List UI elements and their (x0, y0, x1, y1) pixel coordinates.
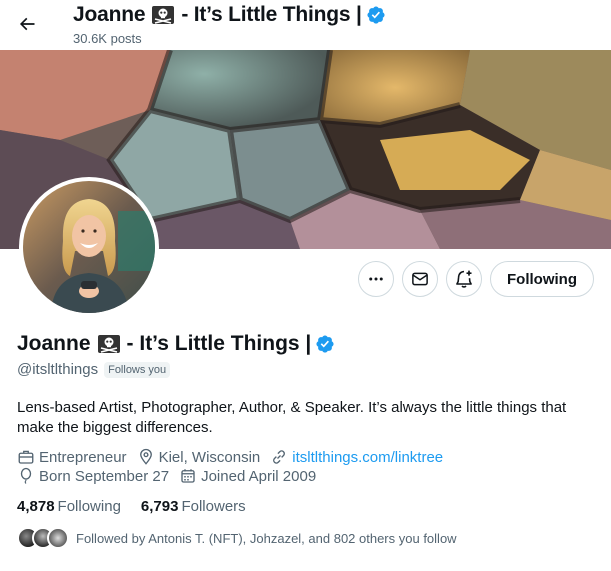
more-button[interactable] (358, 261, 395, 297)
verified-badge-icon (367, 6, 385, 24)
profile-actions: Following (358, 261, 594, 297)
followers-stat[interactable]: 6,793 Followers (141, 498, 246, 515)
avatar-photo (23, 181, 155, 313)
back-arrow-icon (19, 17, 35, 31)
follows-you-badge: Follows you (104, 361, 171, 378)
mutual-avatar-3 (47, 527, 69, 549)
bio: Lens-based Artist, Photographer, Author,… (17, 399, 567, 436)
handle-row: @itsltlthings Follows you (17, 361, 171, 378)
followed-by[interactable]: Followed by Antonis T. (NFT), Johzazel, … (17, 527, 457, 549)
envelope-icon (412, 272, 428, 286)
followed-by-text: Followed by Antonis T. (NFT), Johzazel, … (76, 530, 457, 546)
display-name-rest: - It’s Little Things | (126, 332, 312, 355)
handle: @itsltlthings (17, 361, 99, 378)
join-date-text: Joined April 2009 (201, 467, 317, 485)
meta-row-1: Entrepreneur Kiel, Wisconsin itsltlthing… (17, 448, 453, 466)
top-header: Joanne - It’s Little Things | 30.6K post… (0, 0, 611, 50)
mutual-avatars (17, 527, 69, 549)
profile-avatar[interactable] (19, 177, 159, 317)
back-button[interactable] (12, 9, 42, 39)
calendar-icon (181, 469, 195, 483)
header-title: Joanne - It’s Little Things | (73, 3, 386, 27)
birthday-text: Born September 27 (39, 467, 170, 485)
notify-button[interactable] (446, 261, 483, 297)
bell-plus-icon (456, 270, 472, 288)
occupation-text: Entrepreneur (39, 448, 127, 466)
occupation: Entrepreneur (17, 448, 127, 466)
skull-crossbones-icon (152, 6, 175, 24)
more-icon (369, 277, 383, 281)
location-text: Kiel, Wisconsin (158, 448, 261, 466)
location: Kiel, Wisconsin (137, 448, 261, 466)
meta-row-2: Born September 27 Joined April 2009 (17, 467, 326, 485)
followers-count: 6,793 (140, 498, 179, 515)
header-name: Joanne (73, 3, 146, 26)
post-count: 30.6K posts (73, 31, 142, 46)
header-title-rest: - It’s Little Things | (181, 3, 362, 26)
following-button[interactable]: Following (490, 261, 594, 297)
website: itsltlthings.com/linktree (270, 448, 443, 466)
display-name-text: Joanne (17, 332, 91, 355)
following-label: Following (57, 498, 121, 515)
balloon-icon (20, 467, 32, 484)
website-link[interactable]: itsltlthings.com/linktree (292, 449, 443, 466)
followers-label: Followers (181, 498, 246, 515)
verified-badge-icon[interactable] (315, 334, 335, 354)
display-name: Joanne - It’s Little Things | (17, 332, 335, 356)
follow-stats: 4,878 Following 6,793 Followers (17, 498, 266, 515)
birthday: Born September 27 (17, 467, 169, 485)
join-date: Joined April 2009 (179, 467, 316, 485)
briefcase-icon (18, 450, 34, 464)
following-count: 4,878 (17, 498, 55, 515)
skull-crossbones-icon (97, 335, 120, 353)
message-button[interactable] (402, 261, 439, 297)
link-icon (273, 450, 286, 464)
following-stat[interactable]: 4,878 Following (17, 498, 121, 515)
location-pin-icon (139, 448, 152, 465)
